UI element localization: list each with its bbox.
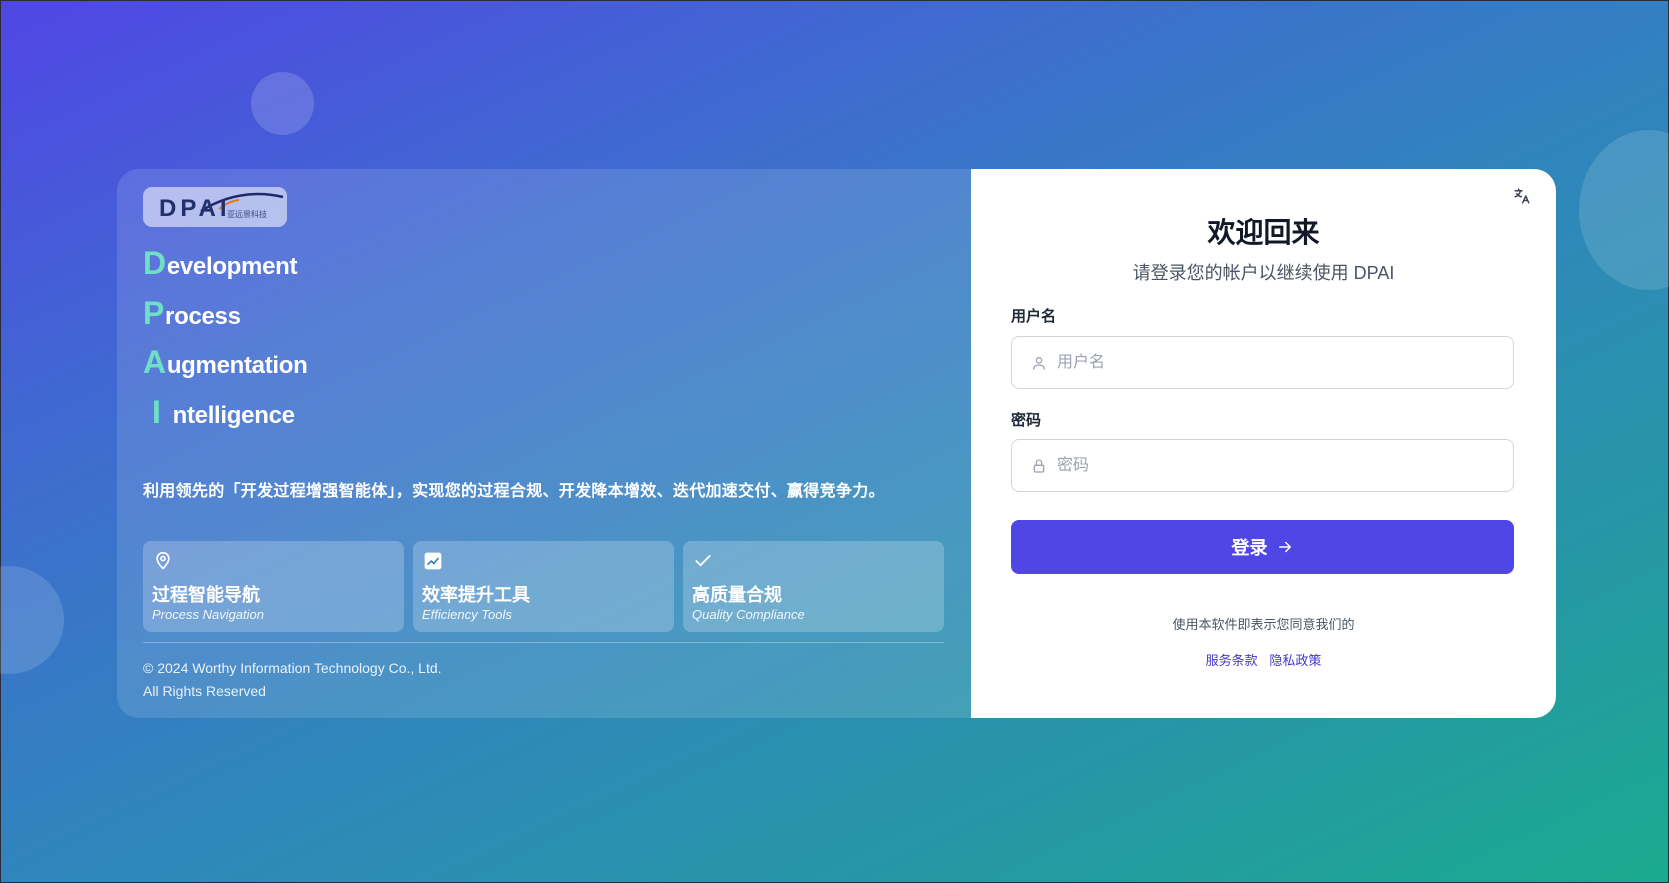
acronym-initial: A bbox=[143, 344, 166, 380]
feature-title: 效率提升工具 bbox=[422, 585, 530, 605]
logo-text: DPAI bbox=[159, 195, 231, 222]
acronym-initial: P bbox=[143, 294, 165, 331]
password-label: 密码 bbox=[1011, 412, 1042, 429]
feature-subtitle: Process Navigation bbox=[152, 607, 264, 622]
acronym-line-augmentation: Augmentation bbox=[143, 344, 308, 394]
page-title: 欢迎回来 bbox=[1207, 217, 1320, 248]
username-field[interactable] bbox=[1011, 336, 1514, 389]
acronym-line-intelligence: Intelligence bbox=[143, 394, 308, 444]
login-panel: 欢迎回来 请登录您的帐户以继续使用 DPAI 用户名 密码 登录 使用本软件即表… bbox=[971, 169, 1556, 718]
acronym-line-process: Process bbox=[143, 295, 308, 345]
check-icon bbox=[695, 555, 711, 567]
feature-subtitle: Efficiency Tools bbox=[422, 607, 512, 622]
map-pin-icon bbox=[156, 551, 170, 570]
acronym-word: evelopment bbox=[166, 253, 298, 280]
password-input[interactable] bbox=[1055, 455, 1499, 476]
username-input[interactable] bbox=[1055, 352, 1499, 373]
acronym-word: ugmentation bbox=[166, 352, 308, 379]
login-button[interactable]: 登录 bbox=[1011, 520, 1514, 574]
translate-icon[interactable] bbox=[1513, 187, 1531, 205]
feature-title: 高质量合规 bbox=[692, 585, 782, 605]
feature-card-quality: 高质量合规 Quality Compliance bbox=[683, 541, 944, 632]
feature-card-efficiency: 效率提升工具 Efficiency Tools bbox=[413, 541, 674, 632]
privacy-link[interactable]: 隐私政策 bbox=[1269, 653, 1321, 668]
logo-subtext: 亚远景科技 bbox=[227, 210, 267, 219]
acronym-initial: D bbox=[143, 245, 166, 281]
acronym-list: Development Process Augmentation Intelli… bbox=[143, 245, 308, 443]
login-button-label: 登录 bbox=[1231, 538, 1268, 558]
copyright-block: © 2024 Worthy Information Technology Co.… bbox=[143, 657, 442, 703]
policy-links: 服务条款 隐私政策 bbox=[971, 650, 1556, 669]
footer-divider bbox=[143, 642, 944, 643]
decorative-bubble bbox=[1579, 130, 1669, 290]
username-label: 用户名 bbox=[1011, 308, 1057, 325]
decorative-bubble bbox=[0, 566, 64, 674]
password-field[interactable] bbox=[1011, 439, 1514, 492]
feature-subtitle: Quality Compliance bbox=[692, 607, 805, 622]
page-subtitle: 请登录您的帐户以继续使用 DPAI bbox=[1132, 263, 1395, 283]
agreement-text: 使用本软件即表示您同意我们的 bbox=[1172, 617, 1355, 632]
login-card: DPAI 亚远景科技 Development Process Augmentat… bbox=[117, 169, 1556, 718]
acronym-word: rocess bbox=[165, 302, 241, 330]
rights-text: All Rights Reserved bbox=[143, 683, 266, 699]
terms-link[interactable]: 服务条款 bbox=[1206, 653, 1258, 668]
feature-title: 过程智能导航 bbox=[152, 585, 260, 605]
lock-icon bbox=[1033, 458, 1045, 473]
acronym-line-development: Development bbox=[143, 245, 308, 295]
user-icon bbox=[1033, 356, 1045, 370]
dpai-logo: DPAI 亚远景科技 bbox=[143, 187, 287, 227]
brand-panel: DPAI 亚远景科技 Development Process Augmentat… bbox=[117, 169, 971, 718]
copyright-text: © 2024 Worthy Information Technology Co.… bbox=[143, 660, 442, 676]
feature-card-navigation: 过程智能导航 Process Navigation bbox=[143, 541, 404, 632]
tagline: 利用领先的「开发过程增强智能体」，实现您的过程合规、开发降本增效、迭代加速交付、… bbox=[143, 483, 885, 500]
chart-line-icon bbox=[424, 552, 442, 570]
acronym-word: ntelligence bbox=[172, 401, 295, 429]
decorative-bubble bbox=[251, 72, 314, 135]
arrow-right-icon bbox=[1278, 541, 1291, 553]
feature-list: 过程智能导航 Process Navigation 效率提升工具 Efficie… bbox=[143, 541, 944, 632]
acronym-initial: I bbox=[152, 393, 161, 430]
